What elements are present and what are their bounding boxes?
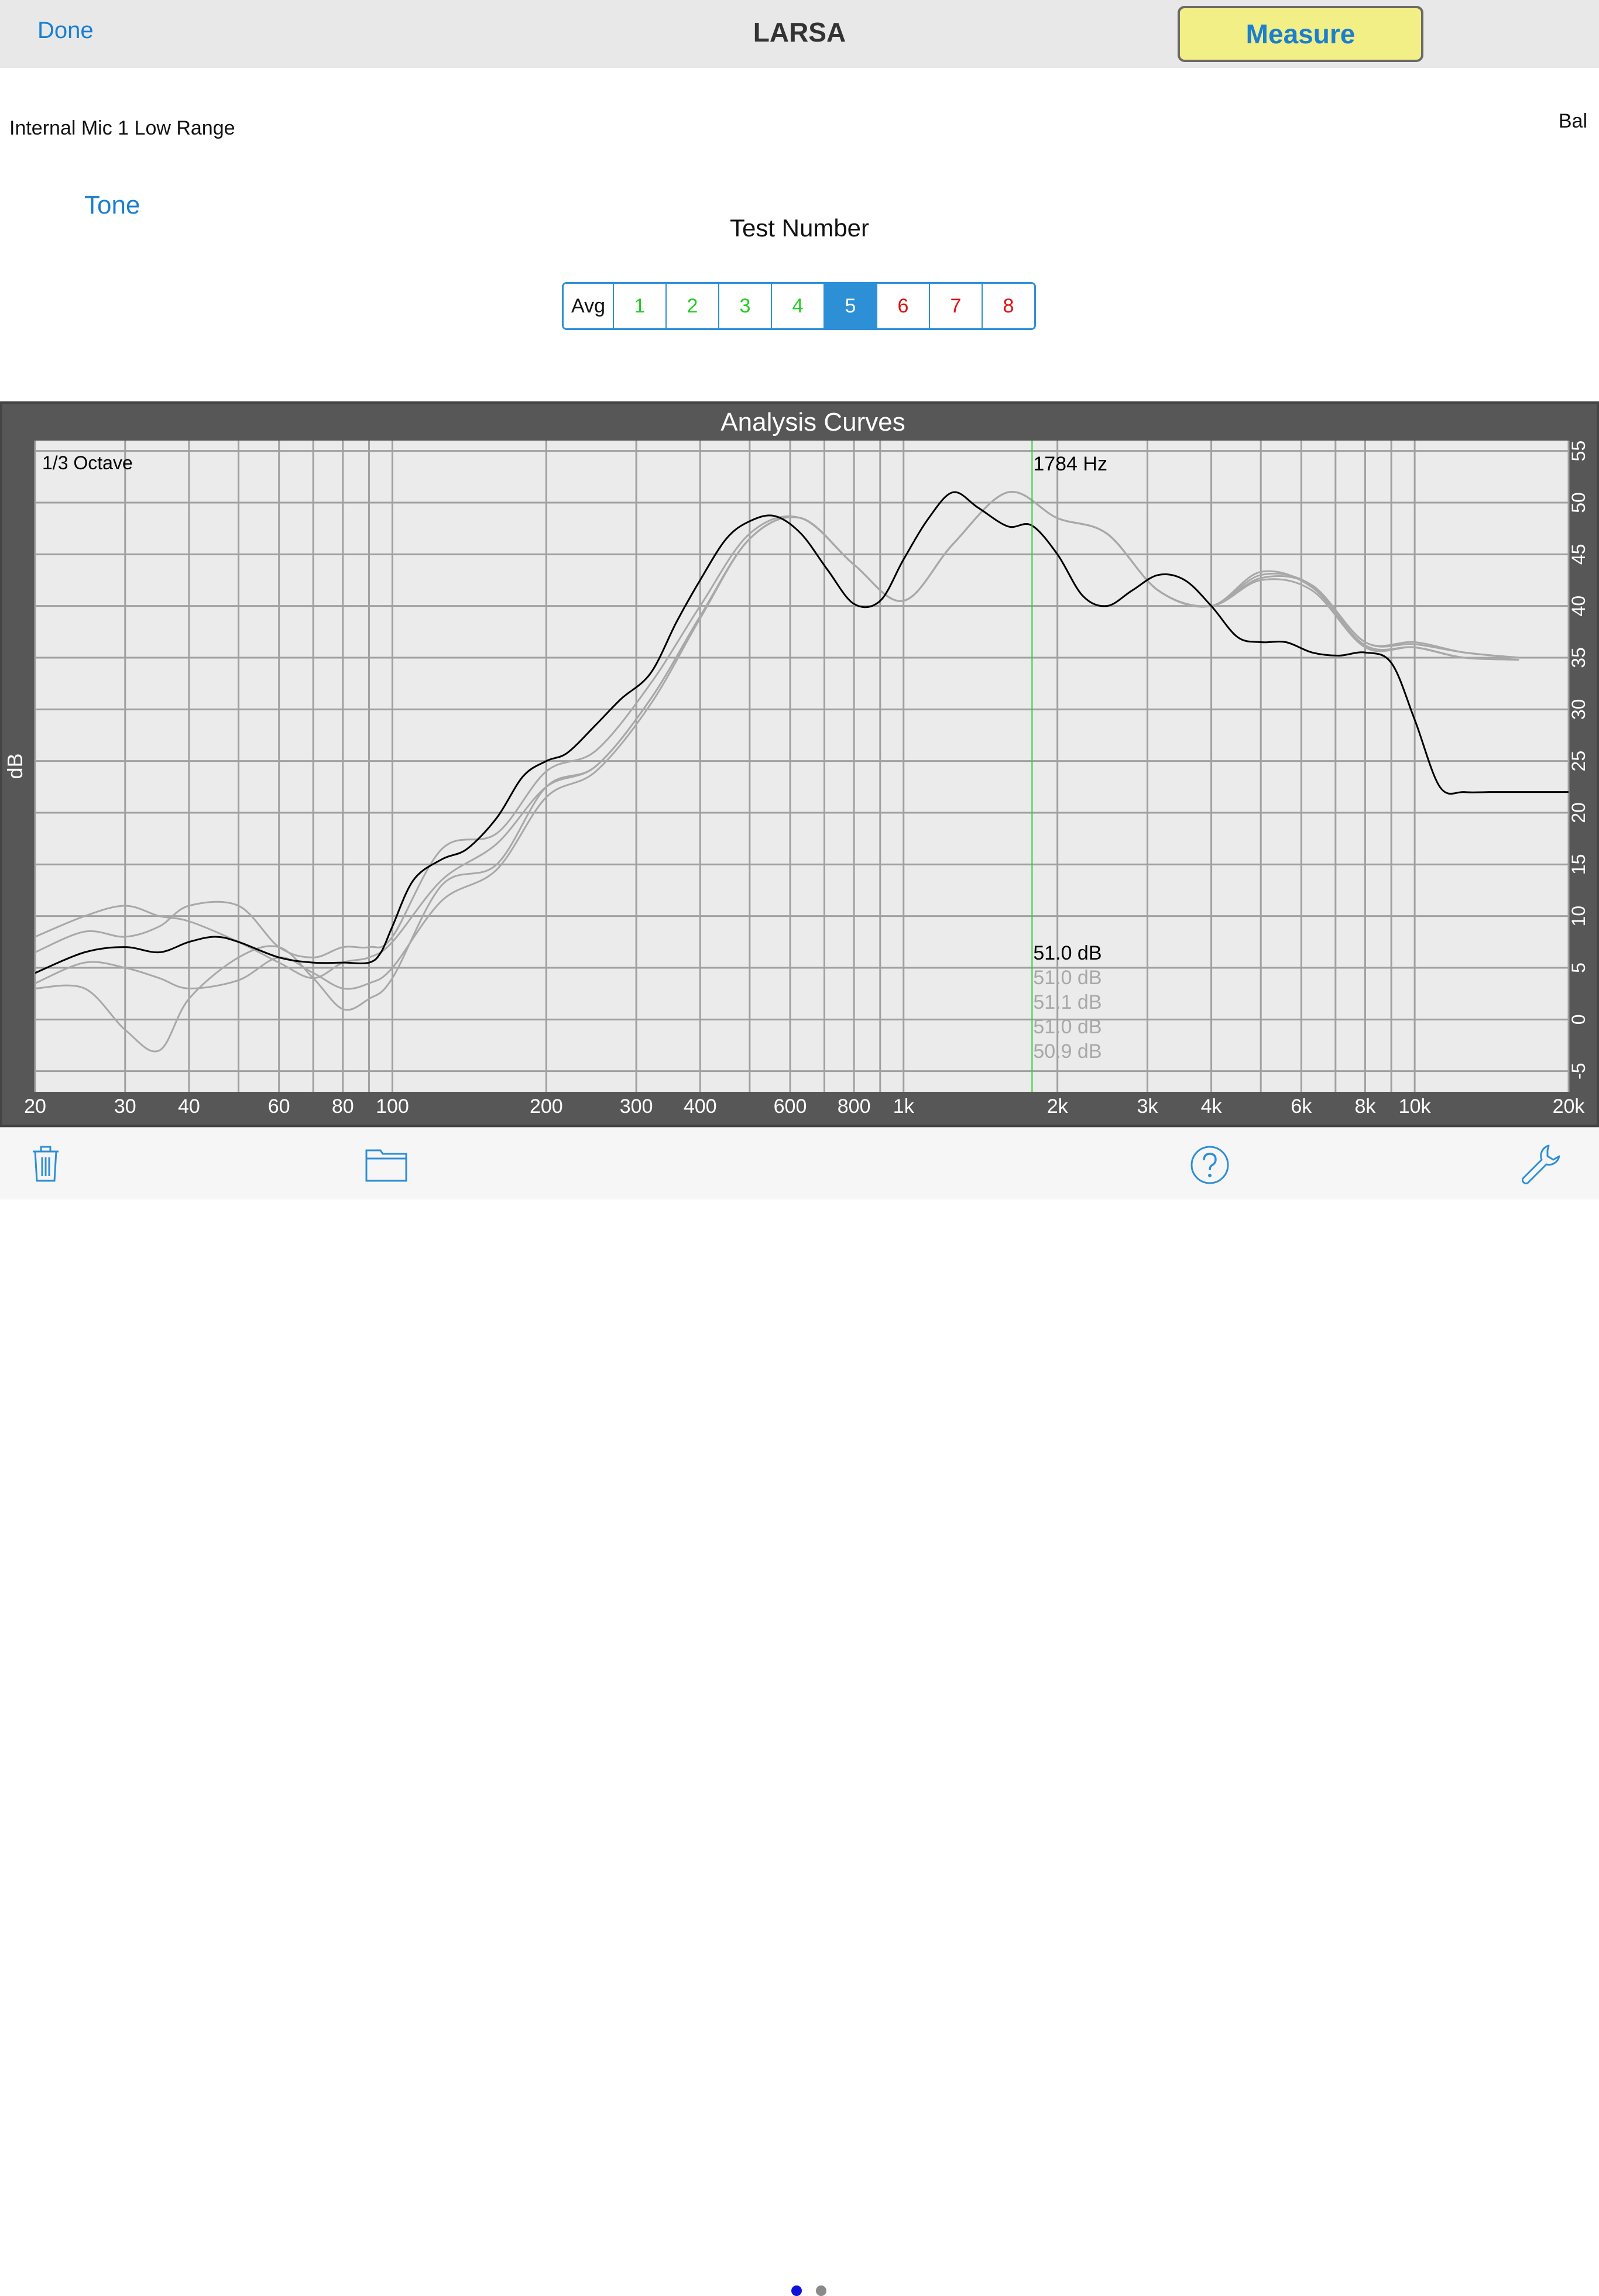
y-tick-label: 55 — [1568, 441, 1589, 462]
x-tick-label: 8k — [1355, 1095, 1377, 1118]
plot-area — [35, 441, 1569, 1092]
trash-icon[interactable] — [28, 1143, 63, 1187]
y-tick-label: 50 — [1568, 492, 1589, 513]
test-segment-8[interactable]: 8 — [982, 284, 1034, 328]
y-tick-label: 30 — [1568, 699, 1589, 720]
x-tick-label: 80 — [332, 1095, 354, 1118]
test-segment-6[interactable]: 6 — [876, 284, 929, 328]
page-dot — [816, 2285, 826, 2296]
x-tick-label: 30 — [114, 1095, 136, 1118]
x-tick-label: 60 — [268, 1095, 290, 1118]
analysis-chart-svg[interactable]: Analysis Curves20 30 40 60 80 100 200 300 400 600… — [2, 404, 1597, 1125]
x-tick-label: 600 — [774, 1095, 807, 1118]
page-dot-active — [791, 2285, 802, 2296]
cursor-frequency-label: 1784 Hz — [1033, 453, 1107, 475]
x-tick-label: 200 — [530, 1095, 563, 1118]
test-number-label: Test Number — [729, 214, 870, 242]
cursor-readout: 50.9 dB — [1033, 1040, 1102, 1063]
test-segment-4[interactable]: 4 — [771, 284, 823, 328]
x-tick-label: 20 — [24, 1095, 46, 1118]
bal-button[interactable]: Bal — [1559, 110, 1587, 133]
cursor-readout: 51.0 dB — [1033, 967, 1102, 989]
y-tick-label: 10 — [1568, 906, 1589, 927]
y-axis-label: dB — [3, 753, 27, 779]
y-tick-label: -5 — [1568, 1063, 1589, 1079]
y-tick-label: 15 — [1568, 854, 1589, 875]
test-segment-1[interactable]: 1 — [613, 284, 665, 328]
test-number-selector: Avg 1 2 3 4 5 6 7 8 — [562, 282, 1036, 330]
y-tick-label: 25 — [1568, 751, 1589, 772]
y-tick-label: 35 — [1568, 647, 1589, 668]
y-tick-label: 45 — [1568, 544, 1589, 565]
analysis-chart: Analysis Curves 20 30 40 60 80 100 200 300 400 600… — [0, 401, 1599, 1127]
x-tick-label: 400 — [684, 1095, 717, 1118]
x-tick-label: 4k — [1201, 1095, 1223, 1118]
y-tick-label: 5 — [1568, 963, 1589, 973]
chart-title: Analysis Curves — [720, 408, 905, 436]
wrench-icon[interactable] — [1518, 1142, 1562, 1190]
input-source-label: Internal Mic 1 Low Range — [9, 117, 235, 139]
x-tick-label: 10k — [1399, 1095, 1432, 1118]
x-tick-label: 300 — [620, 1095, 653, 1118]
cursor-readout: 51.0 dB — [1033, 942, 1102, 964]
test-segment-5[interactable]: 5 — [823, 284, 876, 328]
cursor-readout: 51.0 dB — [1033, 1016, 1102, 1038]
y-tick-label: 40 — [1568, 596, 1589, 617]
folder-icon[interactable] — [364, 1144, 409, 1186]
measure-button[interactable]: Measure — [1178, 6, 1423, 62]
navigation-bar: Done LARSA Measure — [0, 0, 1599, 68]
x-tick-label: 800 — [838, 1095, 871, 1118]
page-indicator[interactable] — [791, 2285, 826, 2296]
x-tick-label: 6k — [1291, 1095, 1312, 1118]
test-segment-2[interactable]: 2 — [665, 284, 718, 328]
y-tick-label: 0 — [1568, 1014, 1589, 1025]
test-segment-avg[interactable]: Avg — [564, 284, 613, 328]
x-tick-label: 2k — [1047, 1095, 1069, 1118]
x-tick-label: 20k — [1553, 1095, 1586, 1118]
x-tick-label: 3k — [1137, 1095, 1158, 1118]
cursor-readout: 51.1 dB — [1033, 991, 1102, 1013]
bottom-toolbar — [0, 1127, 1599, 2296]
test-segment-3[interactable]: 3 — [718, 284, 771, 328]
x-tick-label: 40 — [178, 1095, 200, 1118]
x-tick-label: 1k — [893, 1095, 915, 1118]
x-tick-label: 100 — [376, 1095, 409, 1118]
resolution-label: 1/3 Octave — [42, 452, 133, 473]
test-segment-7[interactable]: 7 — [929, 284, 982, 328]
y-tick-label: 20 — [1568, 802, 1589, 823]
help-icon[interactable] — [1189, 1144, 1230, 1188]
